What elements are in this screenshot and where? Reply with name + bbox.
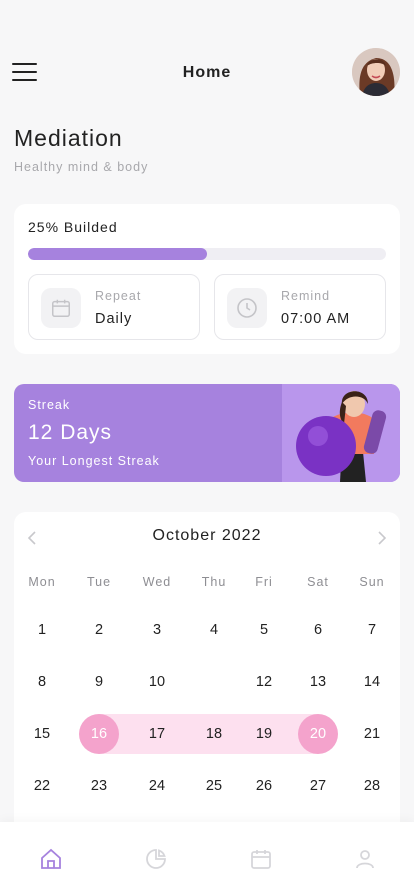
calendar-day[interactable]: 25 bbox=[194, 766, 234, 806]
clock-icon bbox=[227, 288, 267, 328]
calendar-icon bbox=[41, 288, 81, 328]
profile-icon[interactable] bbox=[352, 846, 378, 872]
calendar-day[interactable]: 12 bbox=[244, 662, 284, 702]
calendar-card: October 2022 Mon Tue Wed Thu Fri Sat Sun 1 2 3 4 5 6… bbox=[14, 512, 400, 842]
progress-bar bbox=[28, 248, 386, 260]
calendar-day[interactable]: 22 bbox=[22, 766, 62, 806]
progress-label: 25% Builded bbox=[28, 219, 118, 235]
calendar-day[interactable]: 10 bbox=[137, 662, 177, 702]
streak-subtitle: Your Longest Streak bbox=[28, 454, 160, 468]
repeat-label: Repeat bbox=[95, 289, 142, 303]
calendar-day[interactable]: 26 bbox=[244, 766, 284, 806]
calendar-day[interactable]: 14 bbox=[352, 662, 392, 702]
streak-illustration bbox=[282, 384, 400, 482]
calendar-day[interactable]: 6 bbox=[298, 610, 338, 650]
calendar-day-selected[interactable]: 20 bbox=[298, 714, 338, 754]
calendar-day[interactable]: 5 bbox=[244, 610, 284, 650]
calendar-day[interactable]: 3 bbox=[137, 610, 177, 650]
streak-value: 12 Days bbox=[28, 421, 113, 444]
calendar-day[interactable]: 15 bbox=[22, 714, 62, 754]
progress-bar-fill bbox=[28, 248, 207, 260]
calendar-day-selected[interactable]: 16 bbox=[79, 714, 119, 754]
home-icon[interactable] bbox=[38, 846, 64, 872]
weekday-label: Thu bbox=[201, 575, 227, 589]
top-bar: Home bbox=[0, 44, 414, 100]
calendar-day[interactable]: 13 bbox=[298, 662, 338, 702]
weekday-label: Sun bbox=[359, 575, 385, 589]
weekday-label: Wed bbox=[142, 575, 172, 589]
calendar-nav-icon[interactable] bbox=[248, 846, 274, 872]
calendar-day[interactable]: 27 bbox=[298, 766, 338, 806]
calendar-day[interactable]: 18 bbox=[194, 714, 234, 754]
calendar-day[interactable]: 2 bbox=[79, 610, 119, 650]
repeat-setting[interactable]: Repeat Daily bbox=[28, 274, 200, 340]
remind-label: Remind bbox=[281, 289, 331, 303]
calendar-day[interactable]: 17 bbox=[137, 714, 177, 754]
weekday-label: Mon bbox=[28, 575, 56, 589]
weekday-label: Fri bbox=[255, 575, 273, 589]
streak-card[interactable]: Streak 12 Days Your Longest Streak bbox=[14, 384, 400, 482]
calendar-day[interactable]: 7 bbox=[352, 610, 392, 650]
calendar-month: October 2022 bbox=[152, 527, 262, 544]
bottom-nav bbox=[0, 822, 414, 896]
pie-chart-icon[interactable] bbox=[143, 846, 169, 872]
weekday-label: Sat bbox=[307, 575, 329, 589]
calendar-day[interactable]: 1 bbox=[22, 610, 62, 650]
section-subtitle: Healthy mind & body bbox=[14, 160, 149, 174]
calendar-day[interactable]: 28 bbox=[352, 766, 392, 806]
progress-card: 25% Builded Repeat Daily Remind 07:00 AM bbox=[14, 204, 400, 354]
user-avatar[interactable] bbox=[352, 48, 400, 96]
calendar-day[interactable]: 4 bbox=[194, 610, 234, 650]
chevron-right-icon[interactable] bbox=[372, 528, 392, 548]
remind-value: 07:00 AM bbox=[281, 311, 351, 327]
streak-label: Streak bbox=[28, 398, 71, 412]
calendar-day[interactable]: 24 bbox=[137, 766, 177, 806]
calendar-day[interactable]: 8 bbox=[22, 662, 62, 702]
calendar-day[interactable]: 19 bbox=[244, 714, 284, 754]
repeat-value: Daily bbox=[95, 311, 133, 327]
calendar-day[interactable]: 9 bbox=[79, 662, 119, 702]
weekday-label: Tue bbox=[86, 575, 112, 589]
calendar-day[interactable]: 23 bbox=[79, 766, 119, 806]
calendar-day[interactable]: 21 bbox=[352, 714, 392, 754]
section-title: Mediation bbox=[14, 125, 123, 151]
remind-setting[interactable]: Remind 07:00 AM bbox=[214, 274, 386, 340]
